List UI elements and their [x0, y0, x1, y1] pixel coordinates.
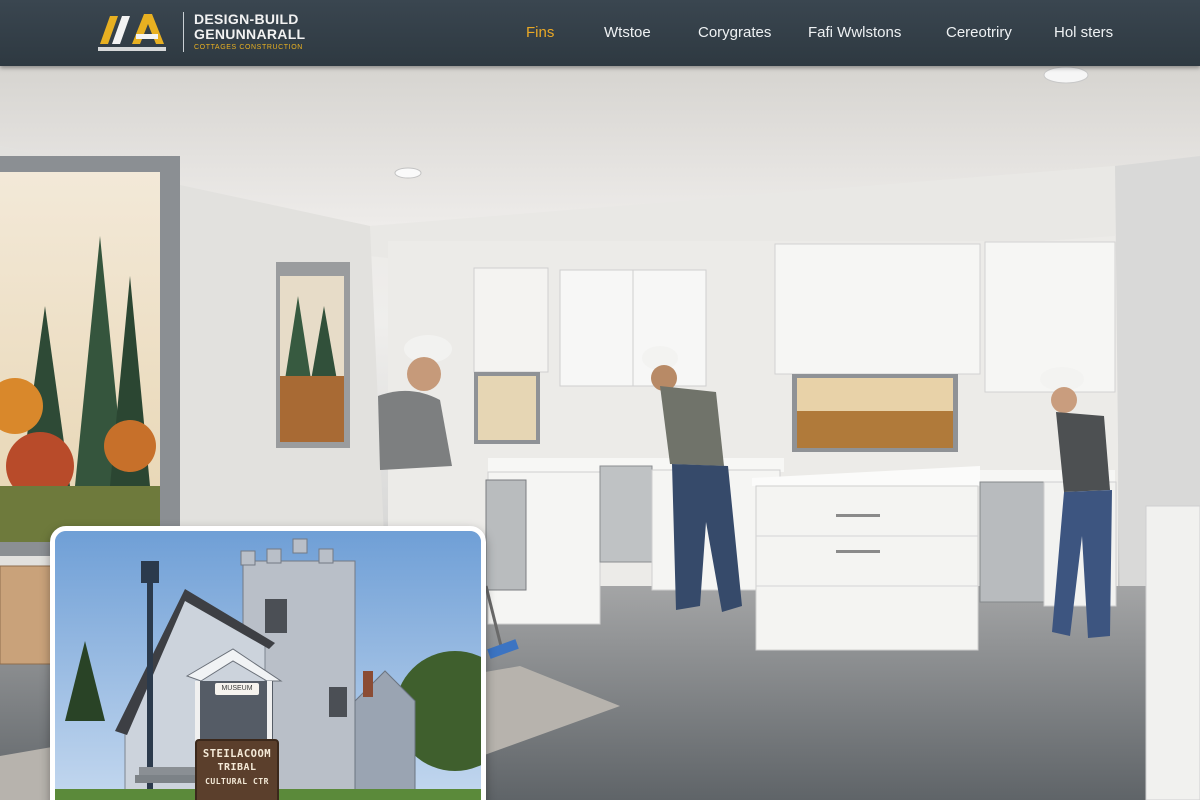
nav-item-1[interactable]: Fins: [526, 24, 554, 41]
nav-item-5[interactable]: Cereotriry: [946, 24, 1012, 41]
brand-tagline: COTTAGES CONSTRUCTION: [194, 44, 303, 51]
sign-line-2: TRIBAL: [217, 762, 257, 773]
sign-line-3: CULTURAL CTR: [205, 777, 269, 786]
cultural-center-sign: STEILACOOM TRIBAL CULTURAL CTR: [195, 739, 279, 800]
brand-wordmark[interactable]: DESIGN-BUILD GENUNNARALL COTTAGES CONSTR…: [194, 12, 305, 54]
logo-divider: [183, 12, 184, 52]
nav-item-4[interactable]: Fafi Wwlstons: [808, 24, 901, 41]
hero-image: MUSEUM STEILACOOM TRIBAL CULTURAL CTR: [0, 66, 1200, 800]
museum-label: MUSEUM: [215, 683, 259, 695]
da-logo-icon[interactable]: [96, 10, 168, 54]
nav-item-2[interactable]: Wtstoe: [604, 24, 651, 41]
nav-item-6[interactable]: Hol sters: [1054, 24, 1113, 41]
museum-inset-photo: MUSEUM STEILACOOM TRIBAL CULTURAL CTR: [50, 526, 486, 800]
brand-line-2: GENUNNARALL: [194, 26, 306, 42]
nav-item-3[interactable]: Corygrates: [698, 24, 771, 41]
sign-line-1: STEILACOOM: [202, 748, 272, 760]
brand-line-1: DESIGN-BUILD: [194, 11, 299, 27]
site-header: DESIGN-BUILD GENUNNARALL COTTAGES CONSTR…: [0, 0, 1200, 66]
